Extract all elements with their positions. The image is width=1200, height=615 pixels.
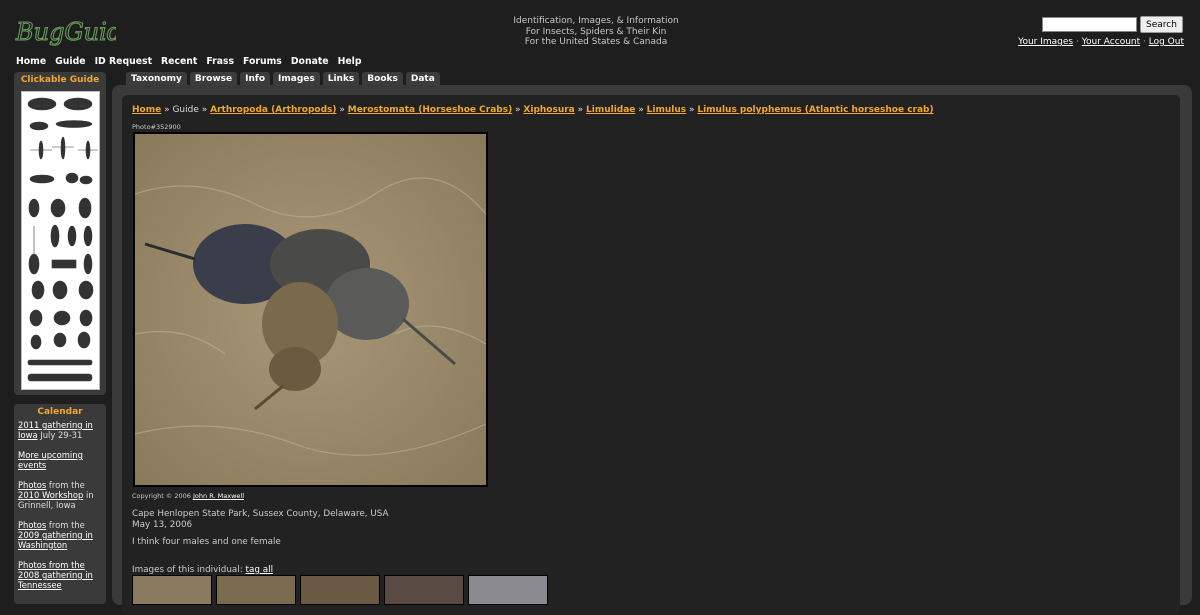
breadcrumb-home[interactable]: Home bbox=[132, 105, 161, 115]
clickable-guide-box: Clickable Guide bbox=[14, 72, 106, 395]
copyright-line: Copyright © 2006 John R. Maxwell bbox=[132, 492, 244, 500]
site-tagline: Identification, Images, & Information Fo… bbox=[513, 16, 679, 47]
calendar-item: More upcoming events bbox=[18, 450, 102, 470]
search-button[interactable]: Search bbox=[1140, 16, 1183, 33]
nav-home[interactable]: Home bbox=[16, 56, 46, 67]
account-links: Your Images · Your Account · Log Out bbox=[1018, 37, 1184, 47]
thumbnail[interactable] bbox=[384, 575, 464, 605]
clickable-guide-title: Clickable Guide bbox=[20, 75, 100, 85]
nav-recent[interactable]: Recent bbox=[161, 56, 197, 67]
main-photo[interactable] bbox=[133, 132, 488, 487]
calendar-list: 2011 gathering in Iowa July 29-31 More u… bbox=[14, 420, 106, 590]
bugguide-logo[interactable]: BugGuide bbox=[14, 14, 116, 50]
calendar-title: Calendar bbox=[37, 407, 83, 417]
your-account-link[interactable]: Your Account bbox=[1082, 37, 1140, 47]
thumbnail[interactable] bbox=[300, 575, 380, 605]
main-panel: Home » Guide » Arthropoda (Arthropods) »… bbox=[112, 85, 1192, 615]
individual-images-label: Images of this individual: tag all bbox=[132, 565, 274, 575]
breadcrumb: Home » Guide » Arthropoda (Arthropods) »… bbox=[132, 105, 934, 115]
photo-remarks: I think four males and one female bbox=[132, 537, 281, 547]
log-out-link[interactable]: Log Out bbox=[1149, 37, 1184, 47]
photo-date: May 13, 2006 bbox=[132, 520, 193, 530]
calendar-link[interactable]: 2010 Workshop bbox=[18, 490, 83, 500]
nav-help[interactable]: Help bbox=[338, 56, 362, 67]
calendar-item: 2011 gathering in Iowa July 29-31 bbox=[18, 420, 93, 440]
calendar-box: Calendar 2011 gathering in Iowa July 29-… bbox=[14, 404, 106, 604]
top-nav: Home Guide ID Request Recent Frass Forum… bbox=[16, 56, 371, 67]
logo-text: BugGuide bbox=[15, 18, 116, 46]
thumbnail-strip bbox=[132, 575, 548, 605]
content-area: Home » Guide » Arthropoda (Arthropods) »… bbox=[122, 95, 1180, 615]
calendar-link[interactable]: Photos from the 2008 gathering in Tennes… bbox=[18, 560, 93, 590]
insect-silhouettes bbox=[27, 97, 98, 382]
calendar-link[interactable]: More upcoming events bbox=[18, 450, 83, 470]
clickable-guide-image[interactable] bbox=[21, 91, 100, 390]
location-text: Cape Henlopen State Park, Sussex County,… bbox=[132, 509, 389, 519]
thumbnail[interactable] bbox=[132, 575, 212, 605]
nav-frass[interactable]: Frass bbox=[206, 56, 234, 67]
photo-location: Cape Henlopen State Park, Sussex County,… bbox=[132, 509, 389, 531]
breadcrumb-limulidae[interactable]: Limulidae bbox=[586, 105, 635, 115]
calendar-item: Photos from the 2009 gathering in Washin… bbox=[18, 520, 93, 550]
nav-forums[interactable]: Forums bbox=[243, 56, 282, 67]
calendar-link[interactable]: Photos bbox=[18, 520, 46, 530]
photographer-link[interactable]: John R. Maxwell bbox=[193, 492, 244, 500]
breadcrumb-limulus-polyphemus[interactable]: Limulus polyphemus (Atlantic horseshoe c… bbox=[697, 105, 933, 115]
breadcrumb-merostomata[interactable]: Merostomata (Horseshoe Crabs) bbox=[348, 105, 512, 115]
calendar-item: Photos from the 2010 Workshop in Grinnel… bbox=[18, 480, 94, 510]
thumbnail[interactable] bbox=[468, 575, 548, 605]
horseshoe-crab-photo bbox=[135, 134, 486, 485]
breadcrumb-guide: Guide bbox=[172, 105, 199, 115]
nav-donate[interactable]: Donate bbox=[291, 56, 329, 67]
thumbnail[interactable] bbox=[216, 575, 296, 605]
calendar-link[interactable]: 2009 gathering in Washington bbox=[18, 530, 93, 550]
tag-all-link[interactable]: tag all bbox=[246, 565, 274, 575]
nav-id-request[interactable]: ID Request bbox=[95, 56, 152, 67]
breadcrumb-arthropoda[interactable]: Arthropoda (Arthropods) bbox=[210, 105, 336, 115]
nav-guide[interactable]: Guide bbox=[55, 56, 85, 67]
calendar-item: Photos from the 2008 gathering in Tennes… bbox=[18, 560, 102, 590]
breadcrumb-xiphosura[interactable]: Xiphosura bbox=[523, 105, 574, 115]
photo-number: Photo#352900 bbox=[132, 123, 181, 131]
calendar-link[interactable]: Photos bbox=[18, 480, 46, 490]
your-images-link[interactable]: Your Images bbox=[1018, 37, 1073, 47]
search-input[interactable] bbox=[1042, 17, 1137, 32]
breadcrumb-limulus[interactable]: Limulus bbox=[647, 105, 686, 115]
